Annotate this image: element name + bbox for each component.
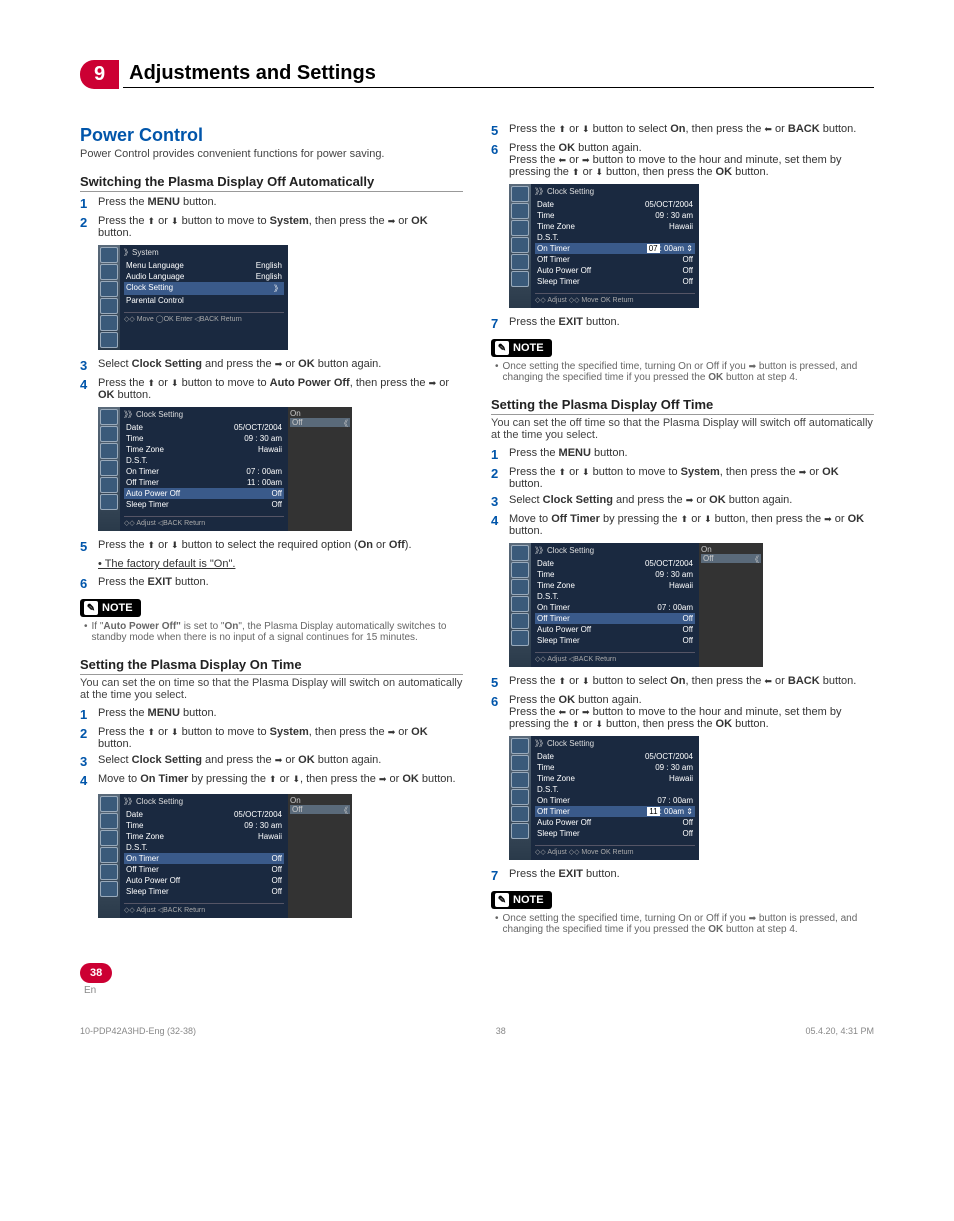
arrow-right-icon [582,706,590,718]
arrow-up-icon [572,166,580,178]
default-note: • The factory default is "On". [98,558,463,570]
pencil-icon: ✎ [495,341,509,355]
arrow-right-icon [824,513,832,525]
step-text: Press the or button to move to System, t… [509,466,874,490]
arrow-left-icon [764,123,772,135]
chapter-number: 9 [80,60,119,89]
subsection-intro: You can set the on time so that the Plas… [80,677,463,701]
page-number: 38 [80,963,112,983]
chapter-title: Adjustments and Settings [123,62,874,88]
arrow-down-icon [292,773,300,785]
footer-meta: 10-PDP42A3HD-Eng (32-38) 38 05.4.20, 4:3… [80,1026,874,1036]
arrow-right-icon [749,361,757,372]
arrow-up-icon [559,675,567,687]
arrow-right-icon [749,913,757,924]
arrow-up-icon [269,773,277,785]
arrow-up-icon [148,377,156,389]
arrow-left-icon [764,675,772,687]
arrow-up-icon [148,726,156,738]
step-text: Select Clock Setting and press the or OK… [509,494,874,509]
arrow-up-icon [559,466,567,478]
step-text: Press the or button to select On, then p… [509,123,874,138]
arrow-down-icon [704,513,712,525]
arrow-up-icon [148,215,156,227]
step-text: Press the OK button again.Press the or b… [509,694,874,730]
arrow-down-icon [171,377,179,389]
step-text: Press the MENU button. [98,707,463,722]
note-box: ✎NOTE •If "Auto Power Off" is set to "On… [80,599,463,643]
arrow-down-icon [171,215,179,227]
step-text: Select Clock Setting and press the or OK… [98,754,463,769]
osd-clock-menu: 》》Clock Setting Date05/OCT/2004 Time09 :… [98,407,463,531]
page-lang: En [84,985,874,996]
osd-clock-menu: 》》Clock Setting Date05/OCT/2004 Time09 :… [98,794,463,918]
osd-clock-menu: 》》Clock Setting Date05/OCT/2004 Time09 :… [509,184,874,308]
section-title: Power Control [80,125,463,146]
osd-clock-menu: 》》Clock Setting Date05/OCT/2004 Time09 :… [509,543,874,667]
step-text: Move to On Timer by pressing the or , th… [98,773,463,788]
pencil-icon: ✎ [84,601,98,615]
subsection-title: Setting the Plasma Display Off Time [491,397,874,415]
osd-system-menu: 》System Menu LanguageEnglish Audio Langu… [98,245,463,350]
arrow-right-icon [582,154,590,166]
section-intro: Power Control provides convenient functi… [80,148,463,160]
step-text: Move to Off Timer by pressing the or but… [509,513,874,537]
step-text: Press the MENU button. [509,447,874,462]
note-box: ✎NOTE •Once setting the specified time, … [491,339,874,383]
arrow-up-icon [148,539,156,551]
arrow-left-icon [559,706,567,718]
step-text: Press the EXIT button. [509,868,874,883]
step-text: Press the or button to select On, then p… [509,675,874,690]
arrow-down-icon [595,718,603,730]
arrow-down-icon [582,466,590,478]
step-text: Press the or button to move to System, t… [98,215,463,239]
subsection-title: Setting the Plasma Display On Time [80,657,463,675]
step-text: Press the or button to select the requir… [98,539,463,554]
step-text: Press the or button to move to Auto Powe… [98,377,463,401]
step-text: Select Clock Setting and press the or OK… [98,358,463,373]
arrow-down-icon [171,539,179,551]
arrow-down-icon [171,726,179,738]
subsection-intro: You can set the off time so that the Pla… [491,417,874,441]
step-text: Press the EXIT button. [509,316,874,331]
osd-clock-menu: 》》Clock Setting Date05/OCT/2004 Time09 :… [509,736,874,860]
step-text: Press the OK button again.Press the or b… [509,142,874,178]
arrow-down-icon [582,675,590,687]
arrow-left-icon [559,154,567,166]
note-box: ✎NOTE •Once setting the specified time, … [491,891,874,935]
page-badge: 38 En [80,963,874,996]
arrow-up-icon [559,123,567,135]
arrow-up-icon [572,718,580,730]
arrow-down-icon [595,166,603,178]
subsection-title: Switching the Plasma Display Off Automat… [80,174,463,192]
step-text: Press the or button to move to System, t… [98,726,463,750]
pencil-icon: ✎ [495,893,509,907]
step-text: Press the EXIT button. [98,576,463,591]
arrow-down-icon [582,123,590,135]
step-text: Press the MENU button. [98,196,463,211]
chapter-header: 9 Adjustments and Settings [80,60,874,89]
